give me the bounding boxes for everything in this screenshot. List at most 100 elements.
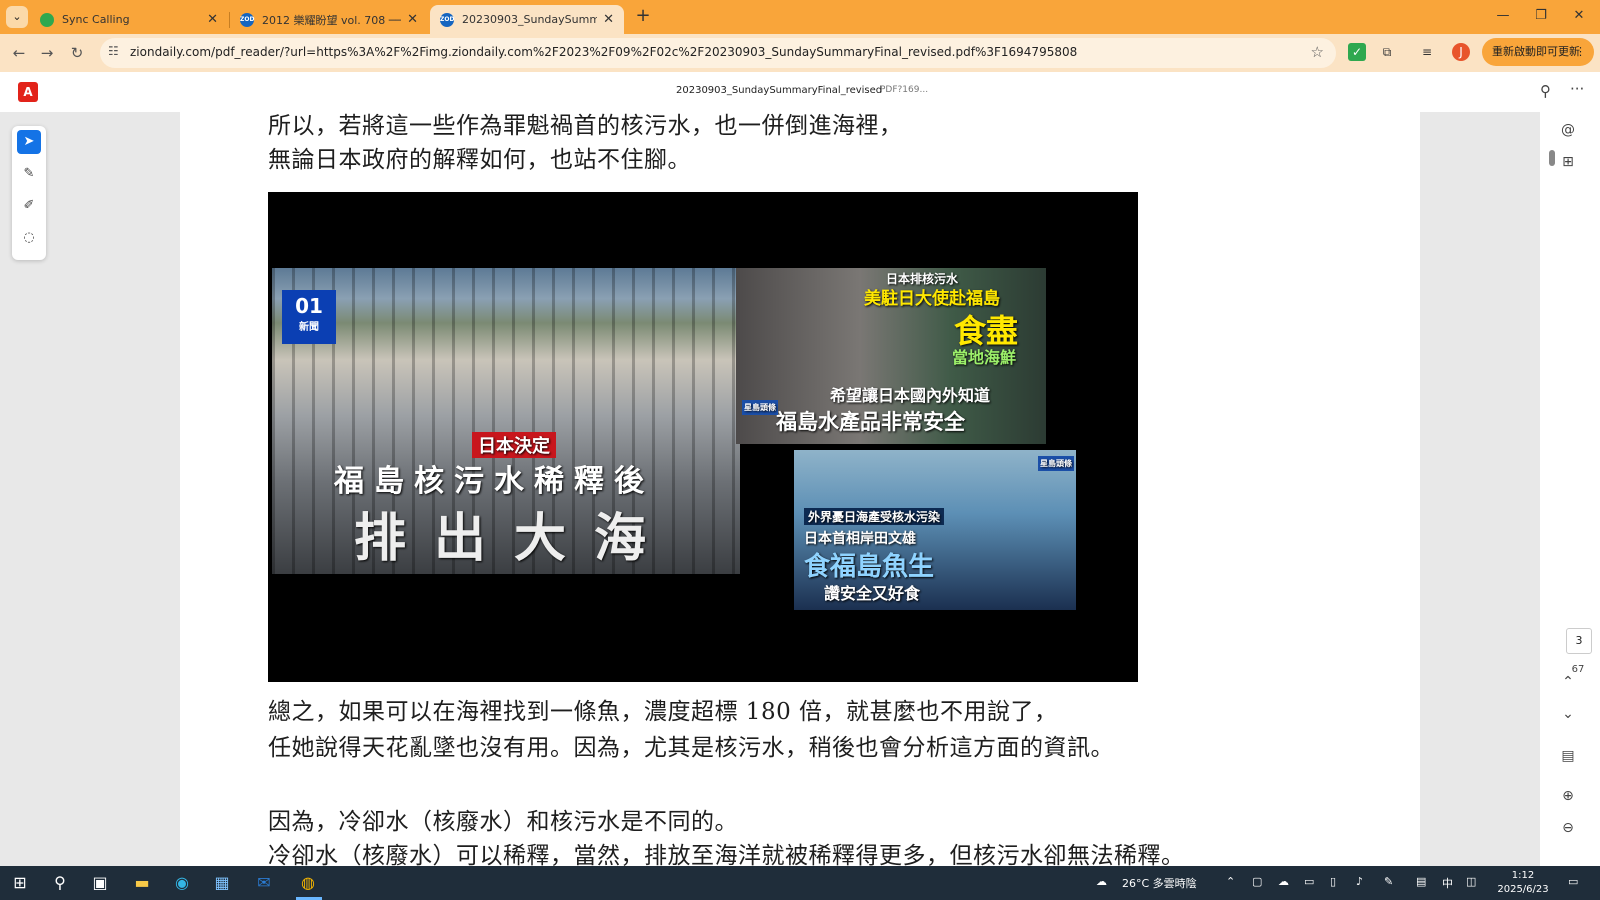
news-collage-image: 01 新聞 日本排核污水 美駐日大使赴福島 食盡 當地海鮮 希望讓日本國內外知道… — [268, 192, 1138, 682]
extensions-puzzle-icon[interactable]: ⧉ — [1378, 43, 1396, 61]
tab-ziondaily-vol708[interactable]: ZOD 2012 樂耀盼望 vol. 708 ── 預 ✕ — [230, 5, 428, 34]
tab-sunday-summary[interactable]: ZOD 20230903_SundaySummaryF ✕ — [430, 5, 624, 34]
paragraph-line: 總之，如果可以在海裡找到一條魚，濃度超標 180 倍，就甚麼也不用說了， — [268, 699, 1058, 725]
thumbnails-grid-icon[interactable]: ⊞ — [1557, 154, 1579, 170]
keyboard-icon[interactable]: ▤ — [1416, 875, 1426, 888]
zoom-in-icon[interactable]: ⊕ — [1557, 788, 1579, 804]
paragraph-line: 所以，若將這一些作為罪魁禍首的核污水，也一併倒進海裡， — [268, 113, 903, 139]
vertical-scrollbar[interactable] — [1548, 112, 1556, 866]
pdf-header: A 20230903_SundaySummaryFinal_revised PD… — [0, 72, 1600, 113]
network-icon[interactable]: ▯ — [1330, 875, 1336, 888]
clock-time: 1:12 — [1511, 870, 1535, 881]
scrollbar-thumb[interactable] — [1549, 150, 1555, 166]
address-bar[interactable]: ☷ ziondaily.com/pdf_reader/?url=https%3A… — [100, 38, 1336, 68]
add-comment-icon[interactable]: ✎ — [17, 162, 41, 186]
acrobat-logo-icon: A — [18, 82, 38, 102]
tab-title: Sync Calling — [62, 13, 130, 26]
overlay-text: 日本首相岸田文雄 — [804, 531, 916, 547]
onedrive-cloud-icon[interactable]: ☁ — [1278, 875, 1289, 888]
logo-subtext: 新聞 — [299, 322, 319, 333]
pdf-page: 所以，若將這一些作為罪魁禍首的核污水，也一併倒進海裡， 無論日本政府的解釋如何，… — [180, 112, 1420, 866]
search-icon[interactable]: ⚲ — [48, 871, 72, 895]
browser-toolbar: ← → ↻ ☷ ziondaily.com/pdf_reader/?url=ht… — [0, 34, 1600, 72]
windows-taskbar: ⊞ ⚲ ▣ ▬ ◉ ▦ ✉ ◍ ☁ 26°C 多雲時陰 ⌃ ▢ ☁ ▭ ▯ ♪ … — [0, 866, 1600, 900]
highlight-pen-icon[interactable]: ✐ — [17, 194, 41, 218]
site-info-icon[interactable]: ☷ — [108, 44, 119, 58]
paragraph-line: 無論日本政府的解釋如何，也站不住腳。 — [268, 147, 691, 173]
windows-start-icon[interactable]: ⊞ — [8, 871, 32, 895]
overlay-text: 福島水產品非常安全 — [776, 410, 965, 434]
ai-assistant-icon[interactable]: @ — [1557, 122, 1579, 138]
badge: 星島頭條 — [742, 400, 778, 415]
microsoft-store-icon[interactable]: ▦ — [210, 871, 234, 895]
clock-date: 2025/6/23 — [1497, 884, 1549, 895]
close-icon[interactable]: ✕ — [603, 12, 614, 27]
zoom-out-icon[interactable]: ⊖ — [1557, 820, 1579, 836]
overlay-text: 外界憂日海產受核水污染 — [804, 508, 945, 525]
page-total: 67 — [1571, 664, 1585, 675]
task-view-icon[interactable]: ▣ — [88, 871, 112, 895]
back-arrow-icon[interactable]: ← — [8, 42, 30, 64]
extension-check-icon[interactable]: ✓ — [1348, 43, 1366, 61]
ambassador-news-thumbnail: 日本排核污水 美駐日大使赴福島 食盡 當地海鮮 希望讓日本國內外知道 福島水產品… — [736, 268, 1046, 444]
hk01-logo: 01 新聞 — [282, 290, 336, 344]
chevron-down-icon[interactable]: ⌄ — [1557, 706, 1579, 722]
chevron-up-icon[interactable]: ⌃ — [1557, 674, 1579, 690]
sync-calling-favicon-icon — [40, 12, 54, 27]
tab-title: 20230903_SundaySummaryF — [462, 13, 598, 26]
outlook-icon[interactable]: ✉ — [252, 871, 276, 895]
file-explorer-icon[interactable]: ▬ — [130, 871, 154, 895]
new-tab-button[interactable]: + — [632, 6, 654, 28]
restore-button[interactable]: ❐ — [1522, 0, 1560, 34]
bookmark-star-icon[interactable]: ☆ — [1311, 43, 1324, 61]
paragraph-line: 因為，冷卻水（核廢水）和核污水是不同的。 — [268, 809, 738, 835]
forward-arrow-icon[interactable]: → — [36, 42, 58, 64]
battery-icon[interactable]: ▭ — [1304, 875, 1314, 888]
lasso-draw-icon[interactable]: ◌ — [17, 226, 41, 250]
volume-icon[interactable]: ♪ — [1356, 875, 1363, 888]
ziondaily-favicon-icon: ZOD — [440, 12, 454, 27]
search-icon[interactable]: ⚲ — [1540, 82, 1551, 100]
pdf-left-toolbar: ➤ ✎ ✐ ◌ — [12, 126, 46, 260]
meet-now-icon[interactable]: ▢ — [1252, 875, 1262, 888]
pdf-viewer: 所以，若將這一些作為罪魁禍首的核污水，也一併倒進海裡， 無論日本政府的解釋如何，… — [0, 112, 1600, 866]
more-horizontal-icon[interactable]: ··· — [1570, 80, 1584, 98]
weather-cloud-icon[interactable]: ☁ — [1096, 875, 1107, 888]
paragraph-line: 冷卻水（核廢水）可以稀釋，當然，排放至海洋就被稀釋得更多，但核污水卻無法稀釋。 — [268, 843, 1185, 866]
select-cursor-icon[interactable]: ➤ — [17, 130, 41, 154]
close-window-button[interactable]: ✕ — [1560, 0, 1598, 34]
close-icon[interactable]: ✕ — [407, 12, 418, 27]
close-icon[interactable]: ✕ — [207, 12, 218, 27]
chrome-icon[interactable]: ◍ — [296, 871, 320, 895]
tab-title: 2012 樂耀盼望 vol. 708 ── 預 — [262, 13, 402, 27]
tab-search-button[interactable]: ⌄ — [6, 6, 28, 28]
url-text[interactable]: ziondaily.com/pdf_reader/?url=https%3A%2… — [130, 45, 1280, 59]
page-document-icon[interactable]: ▤ — [1557, 748, 1579, 764]
pen-ink-icon[interactable]: ✎ — [1384, 875, 1393, 888]
edge-browser-icon[interactable]: ◉ — [170, 871, 194, 895]
logo-text: 01 — [295, 294, 323, 318]
paragraph-line: 任她說得天花亂墜也沒有用。因為，尤其是核污水，稍後也會分析這方面的資訊。 — [268, 735, 1114, 761]
more-vertical-icon[interactable]: ⋮ — [1575, 38, 1586, 66]
ime-indicator[interactable]: 中 — [1442, 875, 1453, 891]
ime-mode-icon[interactable]: ◫ — [1466, 875, 1476, 888]
tab-strip: ⌄ Sync Calling ✕ ZOD 2012 樂耀盼望 vol. 708 … — [0, 0, 1600, 34]
minimize-button[interactable]: — — [1484, 0, 1522, 34]
system-clock[interactable]: 1:12 2025/6/23 — [1496, 869, 1550, 897]
overlay-text: 食福島魚生 — [804, 552, 935, 582]
pm-kishida-news-thumbnail: 外界憂日海產受核水污染 日本首相岸田文雄 食福島魚生 讚安全又好食 星島頭條 — [794, 450, 1076, 610]
chevron-up-icon[interactable]: ⌃ — [1226, 875, 1235, 888]
pdf-extension: PDF?169... — [880, 85, 929, 95]
page-number-input[interactable]: 3 — [1566, 628, 1592, 654]
media-controls-icon[interactable]: ≡ — [1418, 43, 1436, 61]
tab-sync-calling[interactable]: Sync Calling ✕ — [30, 5, 228, 34]
profile-avatar[interactable]: J — [1452, 43, 1470, 61]
weather-text[interactable]: 26°C 多雲時陰 — [1122, 875, 1197, 891]
overlay-text: 讚安全又好食 — [824, 584, 921, 603]
update-button[interactable]: 重新啟動即可更新 ⋮ — [1482, 38, 1594, 66]
overlay-headline: 福島核污水稀釋後 — [334, 464, 654, 499]
overlay-text: 當地海鮮 — [952, 348, 1017, 367]
reload-icon[interactable]: ↻ — [66, 42, 88, 64]
update-button-label: 重新啟動即可更新 — [1492, 45, 1580, 58]
notifications-icon[interactable]: ▭ — [1568, 875, 1578, 888]
